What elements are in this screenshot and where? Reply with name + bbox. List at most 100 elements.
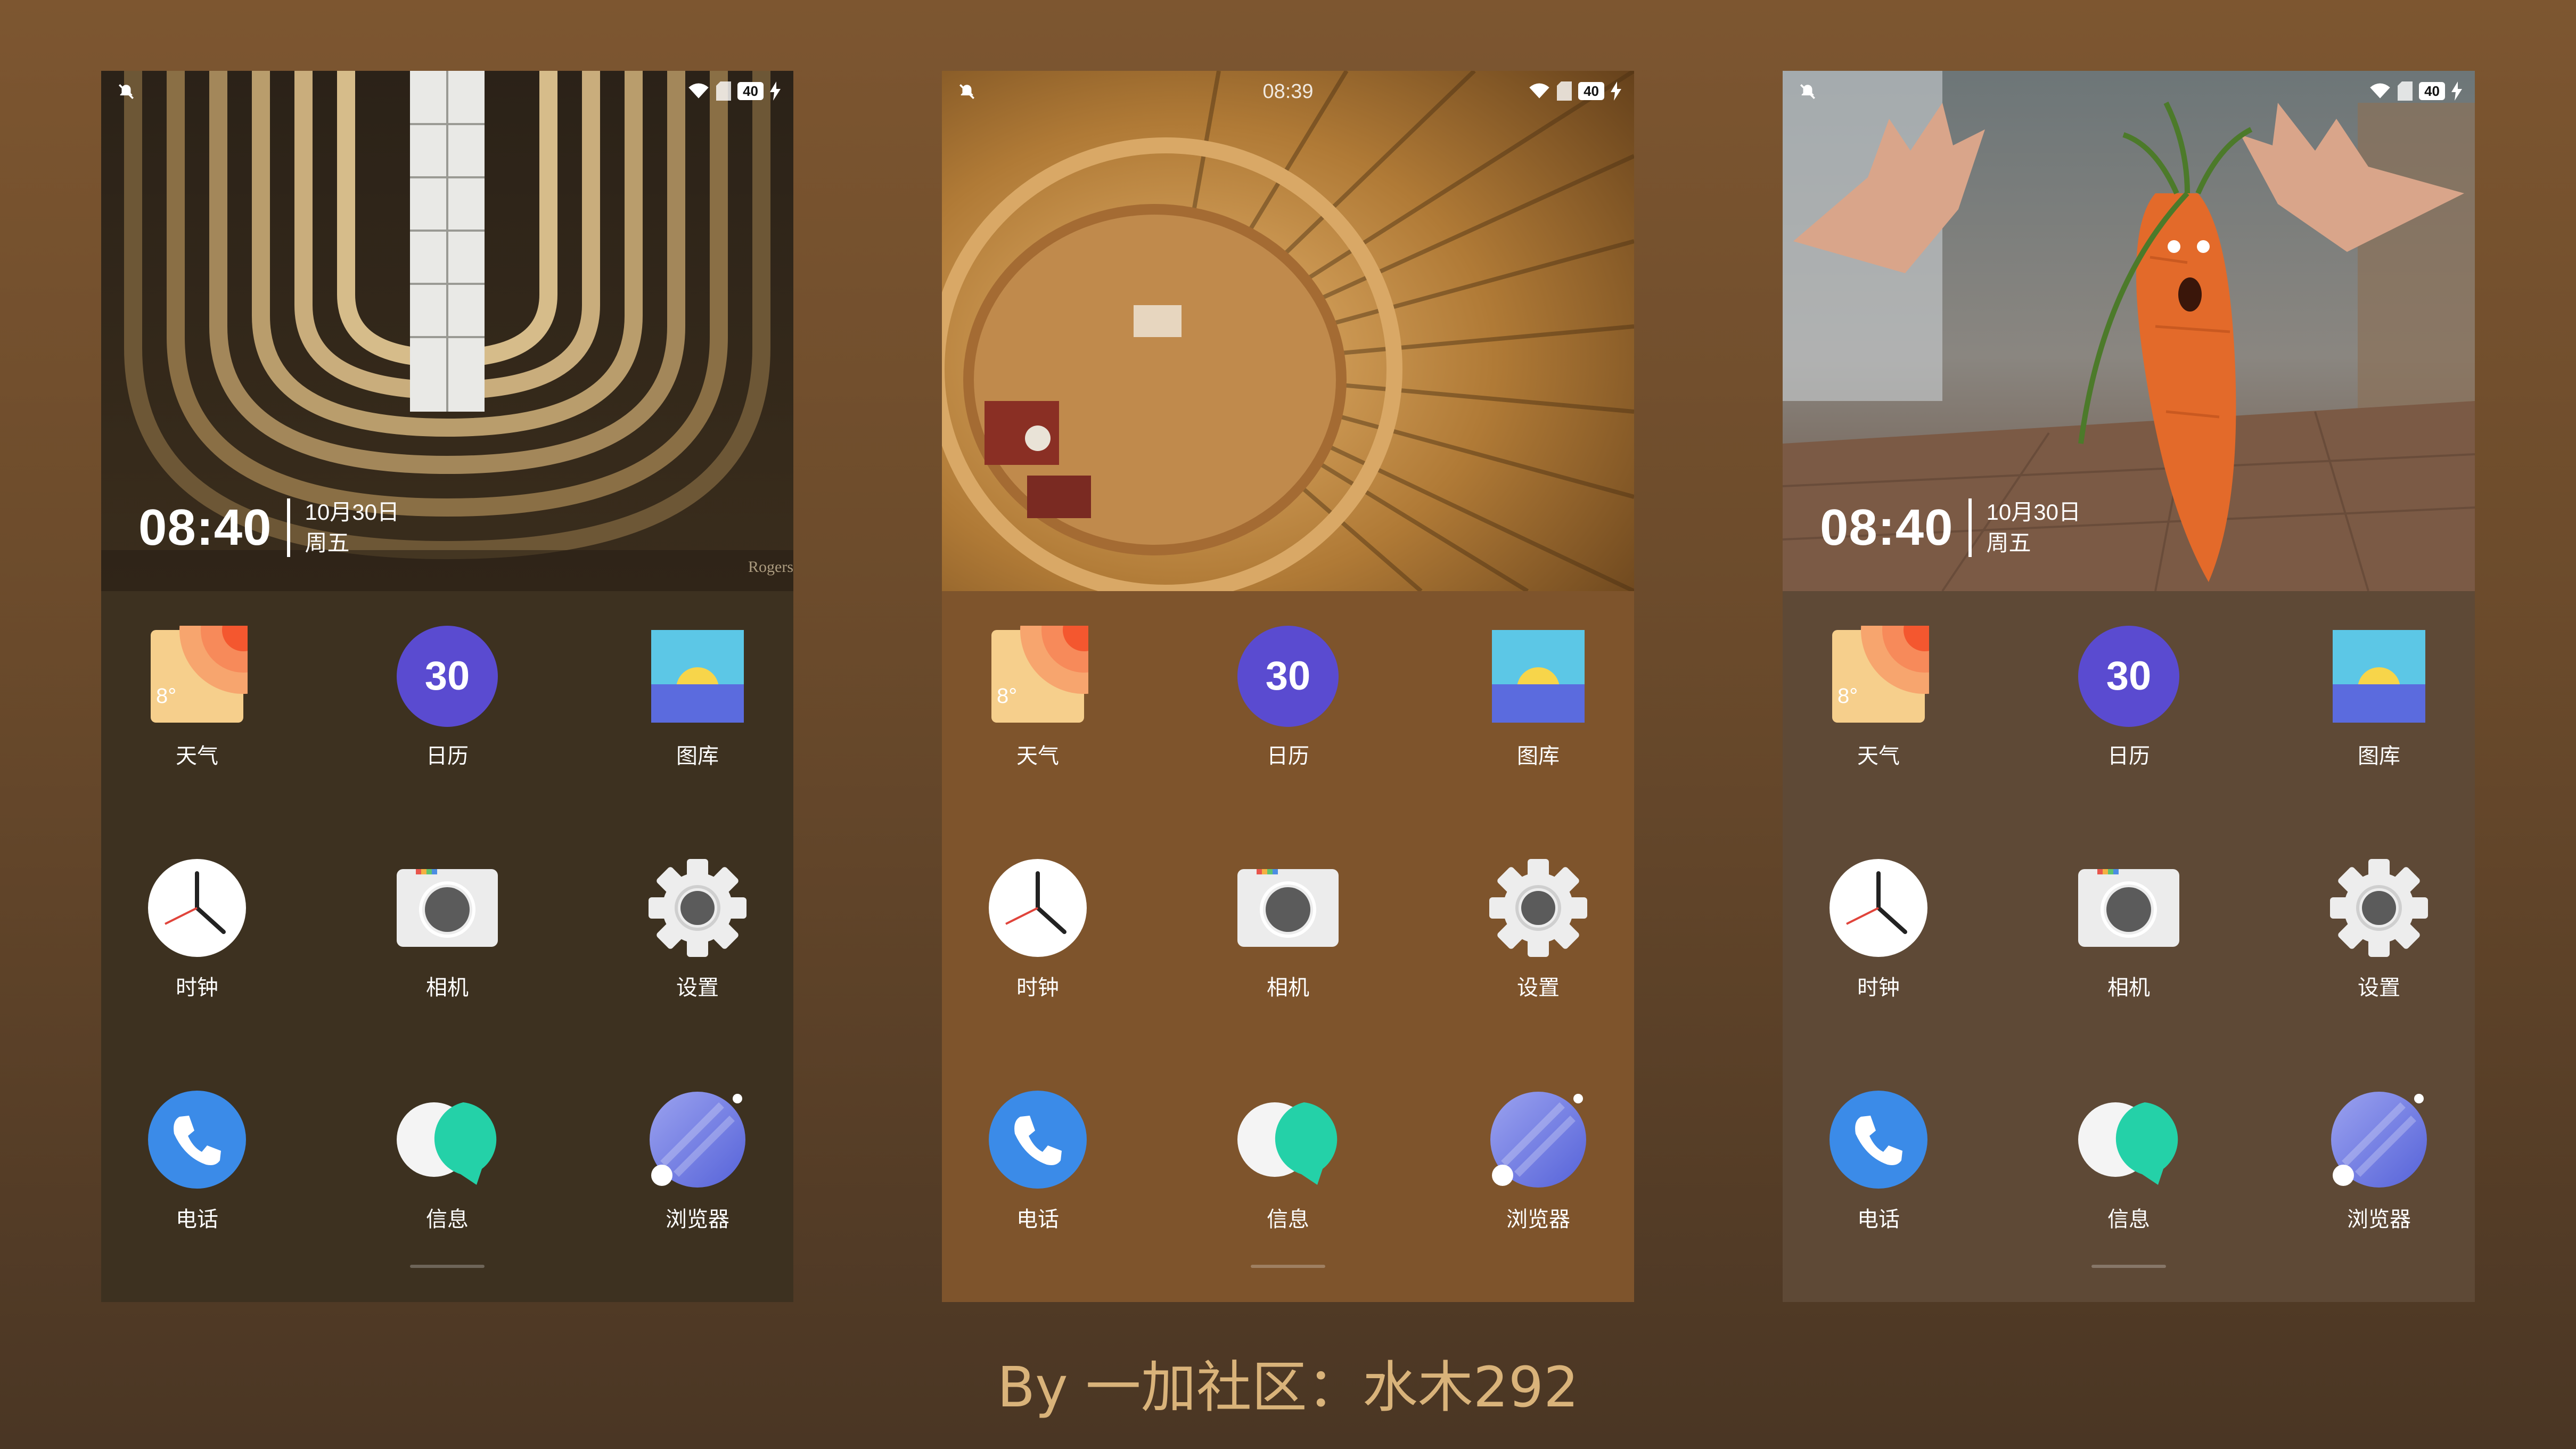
app-browser[interactable]: 浏览器 [2299,1089,2459,1233]
message-icon [397,1089,498,1190]
app-calendar[interactable]: 30 日历 [367,626,527,769]
app-messages[interactable]: 信息 [1208,1089,1368,1233]
app-gallery[interactable]: 图库 [1458,626,1618,769]
weather-temp: 8° [156,684,177,708]
clock-icon [987,857,1088,959]
gallery-icon [2328,626,2430,727]
app-label: 设置 [2358,976,2400,1000]
clock-time: 08:40 [1820,499,1954,556]
wallpaper-watermark: Rogers [748,558,793,576]
battery-level: 40 [2419,82,2445,100]
app-label: 信息 [426,1207,469,1232]
app-browser[interactable]: 浏览器 [1458,1089,1618,1233]
wallpaper-spiral-staircase [942,71,1634,591]
sim-icon [1557,81,1572,101]
app-label: 电话 [176,1207,218,1232]
app-label: 浏览器 [1506,1207,1570,1232]
clock-divider [286,498,290,557]
app-clock[interactable]: 时钟 [117,857,277,1001]
app-label: 天气 [1857,744,1900,768]
app-calendar[interactable]: 30 日历 [1208,626,1368,769]
app-camera[interactable]: 相机 [367,857,527,1001]
calendar-icon: 30 [1237,626,1339,727]
sim-icon [716,81,732,101]
phone-icon [1828,1089,1929,1190]
phone-screen-middle: 08:39 40 8° 天气 30 日历 图库 时钟 相机 设置 电话 信息 浏… [942,71,1634,1302]
app-label: 天气 [176,744,218,768]
app-phone[interactable]: 电话 [1799,1089,1958,1233]
mute-icon [118,84,134,100]
calendar-day: 30 [1265,653,1311,699]
status-bar: 40 [1783,71,2475,113]
wifi-icon [2370,83,2390,99]
clock-divider [1968,498,1972,557]
app-messages[interactable]: 信息 [367,1089,527,1233]
message-icon [1237,1089,1339,1190]
weather-icon: 8° [987,566,1148,727]
gallery-icon [647,626,748,727]
app-messages[interactable]: 信息 [2049,1089,2209,1233]
app-label: 时钟 [1857,976,1900,1000]
sim-icon [2398,81,2413,101]
calendar-icon: 30 [2078,626,2179,727]
app-camera[interactable]: 相机 [1208,857,1368,1001]
calendar-day: 30 [424,653,470,699]
gear-icon [2328,857,2430,959]
charging-icon [770,81,781,101]
app-label: 电话 [1857,1207,1900,1232]
battery-level: 40 [737,82,764,100]
app-clock[interactable]: 时钟 [958,857,1118,1001]
app-label: 图库 [1517,744,1560,768]
app-label: 日历 [426,744,469,768]
app-label: 电话 [1016,1207,1059,1232]
clock-icon [146,857,248,959]
page-indicator [410,1265,485,1268]
status-bar: 08:39 40 [942,71,1634,113]
app-weather[interactable]: 8° 天气 [117,566,307,769]
app-clock[interactable]: 时钟 [1799,857,1958,1001]
author-caption: By 一加社区：水木292 [997,1355,1579,1420]
camera-icon [2078,857,2179,959]
app-settings[interactable]: 设置 [1458,857,1618,1001]
app-label: 设置 [1517,976,1560,1000]
weather-icon: 8° [146,566,307,727]
wifi-icon [688,83,709,99]
clock-date: 10月30日 [305,500,399,525]
app-browser[interactable]: 浏览器 [618,1089,777,1233]
phone-icon [146,1089,248,1190]
battery-level: 40 [1578,82,1604,100]
app-settings[interactable]: 设置 [2299,857,2459,1001]
browser-icon [1488,1089,1589,1190]
app-label: 信息 [1267,1207,1309,1232]
charging-icon [2451,81,2462,101]
wifi-icon [1529,83,1549,99]
app-camera[interactable]: 相机 [2049,857,2209,1001]
browser-icon [2328,1089,2430,1190]
status-bar: 40 [101,71,793,113]
app-weather[interactable]: 8° 天气 [958,566,1148,769]
app-label: 信息 [2107,1207,2150,1232]
app-calendar[interactable]: 30 日历 [2049,626,2209,769]
app-phone[interactable]: 电话 [958,1089,1118,1233]
calendar-day: 30 [2106,653,2152,699]
page-indicator [1251,1265,1325,1268]
charging-icon [1611,81,1621,101]
lock-clock: 08:40 10月30日 周五 [138,497,399,559]
clock-date: 10月30日 [1986,500,2081,525]
clock-icon [1828,857,1929,959]
app-phone[interactable]: 电话 [117,1089,277,1233]
weather-icon: 8° [1828,566,1989,727]
phone-screen-left: 40 08:40 10月30日 周五 Rogers 8° 天气 30 日历 图库… [101,71,793,1302]
camera-icon [397,857,498,959]
app-label: 时钟 [1016,976,1059,1000]
clock-weekday: 周五 [1986,530,2031,555]
app-weather[interactable]: 8° 天气 [1799,566,1989,769]
gear-icon [647,857,748,959]
app-label: 日历 [2107,744,2150,768]
app-gallery[interactable]: 图库 [618,626,777,769]
app-settings[interactable]: 设置 [618,857,777,1001]
app-gallery[interactable]: 图库 [2299,626,2459,769]
app-drawer: 8° 天气 30 日历 图库 时钟 相机 设置 电话 信息 浏览器 [942,566,1634,1302]
app-drawer: 8° 天气 30 日历 图库 时钟 相机 设置 电话 信息 浏览器 [1783,566,2475,1302]
clock-time: 08:40 [138,499,272,556]
